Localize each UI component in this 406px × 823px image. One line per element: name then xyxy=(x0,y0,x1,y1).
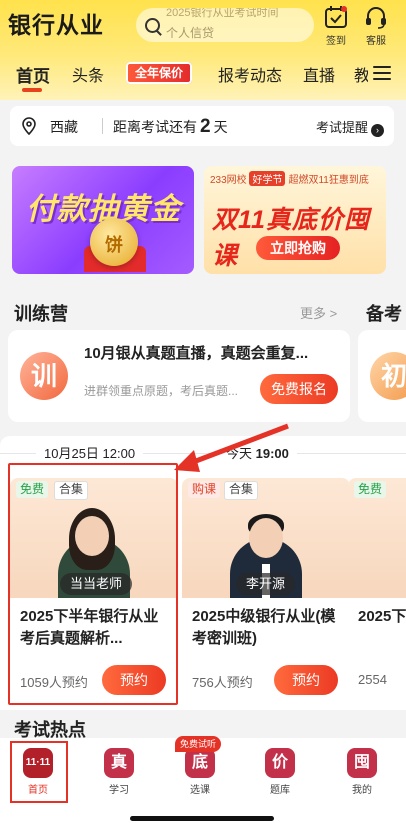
course-card-3[interactable]: 免费 2025下半年银行从业考... 2554 xyxy=(348,478,406,704)
header: 银行从业 2025银行从业考试时间 个人信贷 签到 客服 xyxy=(0,0,406,50)
nav-question-bank-label: 题库 xyxy=(270,785,290,796)
checkin-button[interactable]: 签到 xyxy=(319,4,353,47)
chevron-right-icon: › xyxy=(371,124,384,137)
exam-reminder-link[interactable]: 考试提醒 › xyxy=(316,117,384,137)
highlight-box xyxy=(8,463,178,705)
headset-icon xyxy=(366,7,386,29)
course-2-cover: 购课 合集 李开源 xyxy=(182,478,350,598)
search-bar[interactable]: 2025银行从业考试时间 个人信贷 xyxy=(136,8,314,42)
question-bank-icon: 价 xyxy=(265,748,295,778)
annotation-arrow-icon xyxy=(174,423,289,472)
service-button[interactable]: 客服 xyxy=(359,4,393,47)
paid-tag: 购课 xyxy=(188,481,221,498)
menu-icon[interactable] xyxy=(373,66,391,80)
countdown-days: 2 xyxy=(200,116,211,137)
tab-price-guarantee[interactable]: 全年保价 xyxy=(126,62,192,84)
training-card-subtitle: 进群领重点原题，考后真题... xyxy=(84,384,239,398)
search-placeholder: 个人信贷 xyxy=(166,26,215,40)
banner-double11[interactable]: 233网校 好学节 超燃双11狂惠到底 双11真底价囤课 立即抢购 xyxy=(204,166,386,274)
location-pin-icon[interactable] xyxy=(22,117,36,135)
tab-exam-news[interactable]: 报考动态 xyxy=(218,62,282,86)
course-title: 2025中级银行从业(模考密训班) xyxy=(192,608,336,647)
training-camp-title: 训练营 xyxy=(14,304,68,324)
active-tab-indicator xyxy=(22,88,42,92)
free-tag: 免费 xyxy=(354,481,387,498)
search-ghost-text: 2025银行从业考试时间 xyxy=(166,8,279,19)
profile-icon: 囤 xyxy=(347,748,377,778)
tab-live[interactable]: 直播 xyxy=(303,62,335,86)
nav-course-label: 选课 xyxy=(190,785,210,796)
course-card-2[interactable]: 购课 合集 李开源 2025中级银行从业(模考密训班) 756人预约 预约 xyxy=(182,478,350,704)
free-trial-badge: 免费试听 xyxy=(175,736,222,752)
tab-headlines[interactable]: 头条 xyxy=(72,62,104,86)
checkin-label: 签到 xyxy=(326,36,346,47)
teacher-name: 李开源 xyxy=(236,573,296,595)
nav-profile-label: 我的 xyxy=(352,785,372,796)
location-label[interactable]: 西藏 xyxy=(50,117,78,137)
reserve-button[interactable]: 预约 xyxy=(274,665,338,695)
banner-gold-draw[interactable]: 付款抽黄金 饼 xyxy=(12,166,194,274)
nav-course[interactable]: 底 选课 xyxy=(172,748,228,796)
reservation-count: 756人预约 xyxy=(192,675,253,690)
time-label-left: 10月25日 12:00 xyxy=(36,444,144,464)
nav-highlight-box xyxy=(10,741,68,803)
course-icon: 底 xyxy=(185,748,215,778)
study-icon: 真 xyxy=(104,748,134,778)
training-avatar: 训 xyxy=(20,352,68,400)
collection-tag: 合集 xyxy=(224,481,259,500)
nav-profile[interactable]: 囤 我的 xyxy=(334,748,390,796)
exam-countdown: 距离考试还有 2 天 xyxy=(113,116,228,137)
buy-now-button[interactable]: 立即抢购 xyxy=(256,236,340,260)
app-title[interactable]: 银行从业 xyxy=(8,6,104,40)
course-3-cover: 免费 xyxy=(348,478,406,598)
training-card-title: 10月银从真题直播，真题会重复... xyxy=(84,345,309,362)
divider xyxy=(102,118,103,134)
course-title: 2025下半年银行从业考... xyxy=(358,608,406,625)
nav-question-bank[interactable]: 价 题库 xyxy=(252,748,308,796)
exam-info-bar: 西藏 距离考试还有 2 天 考试提醒 › xyxy=(10,106,394,146)
tab-bar: 首页 头条 全年保价 报考动态 直播 教 xyxy=(0,58,406,92)
free-signup-button[interactable]: 免费报名 xyxy=(260,374,338,404)
tab-teaching[interactable]: 教 xyxy=(354,62,368,86)
training-avatar-2: 初 xyxy=(370,352,406,400)
reservation-count: 2554 xyxy=(358,672,387,687)
prep-section-title: 备考 xyxy=(366,304,402,324)
nav-study[interactable]: 真 学习 xyxy=(91,748,147,796)
calendar-check-icon xyxy=(325,6,347,28)
gold-coin-graphic: 饼 xyxy=(90,218,138,266)
service-label: 客服 xyxy=(366,36,386,47)
banner-brand-row: 233网校 好学节 超燃双11狂惠到底 xyxy=(210,171,369,186)
nav-study-label: 学习 xyxy=(109,785,129,796)
training-camp-card[interactable]: 训 10月银从真题直播，真题会重复... 进群领重点原题，考后真题... 免费报… xyxy=(8,330,350,422)
training-more-link[interactable]: 更多 > xyxy=(300,303,337,322)
tab-home[interactable]: 首页 xyxy=(16,62,50,87)
search-icon xyxy=(145,18,160,33)
home-indicator[interactable] xyxy=(130,816,274,821)
training-camp-card-2[interactable]: 初 xyxy=(358,330,406,422)
